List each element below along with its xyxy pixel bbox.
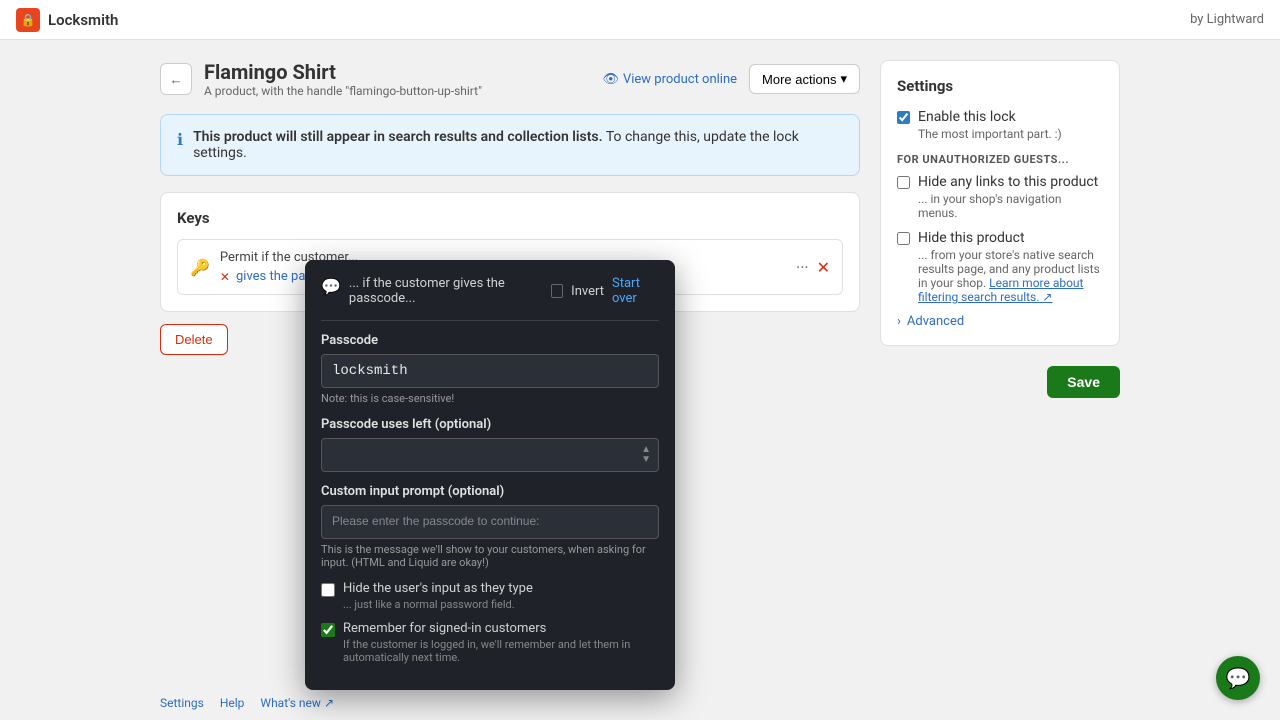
powered-by: by Lightward <box>1190 12 1264 27</box>
hide-product-row: Hide this product ... from your store's … <box>897 230 1103 304</box>
hide-product-label: Hide this product <box>918 230 1103 246</box>
page-title: Flamingo Shirt <box>204 60 482 84</box>
passcode-input[interactable] <box>321 354 659 388</box>
passcode-popup: 💬 ... if the customer gives the passcode… <box>305 260 675 690</box>
key-icon: 🔑 <box>190 258 210 277</box>
speech-bubble-icon: 💬 <box>321 277 341 296</box>
app-name: Locksmith <box>48 11 118 29</box>
passcode-note: Note: this is case-sensitive! <box>321 392 659 405</box>
uses-left-label: Passcode uses left (optional) <box>321 417 659 432</box>
footer-whats-new-link[interactable]: What's new ↗ <box>260 696 334 710</box>
hide-links-desc: ... in your shop's navigation menus. <box>918 192 1103 220</box>
page-header-left: ← Flamingo Shirt A product, with the han… <box>160 60 482 98</box>
remember-row: Remember for signed-in customers If the … <box>321 621 659 664</box>
keys-title: Keys <box>177 209 843 227</box>
unauthorized-section-label: FOR UNAUTHORIZED GUESTS... <box>897 153 1103 166</box>
chevron-right-icon: › <box>897 314 901 329</box>
banner-text: This product will still appear in search… <box>193 129 843 161</box>
hide-product-content: Hide this product ... from your store's … <box>918 230 1103 304</box>
app-icon: 🔒 <box>16 8 40 32</box>
remember-content: Remember for signed-in customers If the … <box>343 621 659 664</box>
remember-label: Remember for signed-in customers <box>343 621 659 636</box>
hide-input-checkbox[interactable] <box>321 583 335 597</box>
hide-links-checkbox[interactable] <box>897 176 910 189</box>
back-button[interactable]: ← <box>160 63 192 95</box>
hide-input-desc: ... just like a normal password field. <box>343 598 533 611</box>
uses-left-input[interactable] <box>321 438 659 472</box>
dots-menu-button[interactable]: ··· <box>796 258 809 277</box>
advanced-label: Advanced <box>907 314 964 329</box>
back-arrow-icon: ← <box>169 72 182 87</box>
page-title-block: Flamingo Shirt A product, with the handl… <box>204 60 482 98</box>
passcode-label: Passcode <box>321 333 659 348</box>
right-column: Settings Enable this lock The most impor… <box>880 60 1120 700</box>
x-icon: ✕ <box>220 270 230 284</box>
custom-prompt-desc: This is the message we'll show to your c… <box>321 543 659 569</box>
invert-checkbox[interactable] <box>551 284 563 298</box>
page-header-right: 👁 View product online More actions ▾ <box>602 64 860 94</box>
info-banner: ℹ This product will still appear in sear… <box>160 114 860 176</box>
footer-settings-link[interactable]: Settings <box>160 696 204 710</box>
header-left: 🔒 Locksmith <box>16 8 118 32</box>
view-product-button[interactable]: 👁 View product online <box>602 72 737 87</box>
remember-checkbox[interactable] <box>321 623 335 637</box>
hide-links-content: Hide any links to this product ... in yo… <box>918 174 1103 220</box>
hide-input-label: Hide the user's input as they type <box>343 581 533 596</box>
enable-lock-desc: The most important part. :) <box>918 127 1062 141</box>
custom-prompt-input[interactable] <box>321 505 659 539</box>
chat-button[interactable]: 💬 <box>1216 656 1260 700</box>
key-actions: ··· ✕ <box>796 258 830 277</box>
learn-more-link[interactable]: Learn more about filtering search result… <box>918 276 1083 304</box>
advanced-row[interactable]: › Advanced <box>897 314 1103 329</box>
custom-prompt-label: Custom input prompt (optional) <box>321 484 659 499</box>
more-actions-button[interactable]: More actions ▾ <box>749 64 860 94</box>
page-subtitle: A product, with the handle "flamingo-but… <box>204 84 482 98</box>
footer-help-link[interactable]: Help <box>220 696 245 710</box>
footer: Settings Help What's new ↗ <box>0 686 1280 720</box>
remember-desc: If the customer is logged in, we'll reme… <box>343 638 659 664</box>
save-area: Save <box>880 366 1120 398</box>
popup-condition-text: 💬 ... if the customer gives the passcode… <box>321 276 551 306</box>
hide-input-content: Hide the user's input as they type ... j… <box>343 581 533 611</box>
enable-lock-content: Enable this lock The most important part… <box>918 109 1062 141</box>
hide-links-label: Hide any links to this product <box>918 174 1103 190</box>
start-over-link[interactable]: Start over <box>612 276 659 306</box>
settings-title: Settings <box>897 77 1103 95</box>
popup-invert-area: Invert Start over <box>551 276 659 306</box>
info-icon: ℹ <box>177 130 183 149</box>
save-button[interactable]: Save <box>1047 366 1120 398</box>
enable-lock-label: Enable this lock <box>918 109 1062 125</box>
chevron-down-icon: ▾ <box>840 71 847 87</box>
key-delete-button[interactable]: ✕ <box>817 258 830 277</box>
popup-top-row: 💬 ... if the customer gives the passcode… <box>321 276 659 306</box>
chat-icon: 💬 <box>1226 666 1251 690</box>
hide-product-checkbox[interactable] <box>897 232 910 245</box>
spinner-down-icon[interactable]: ▼ <box>641 455 651 465</box>
invert-label[interactable]: Invert <box>571 284 604 299</box>
enable-lock-row: Enable this lock The most important part… <box>897 109 1103 141</box>
hide-links-row: Hide any links to this product ... in yo… <box>897 174 1103 220</box>
enable-lock-checkbox[interactable] <box>897 111 910 124</box>
settings-card: Settings Enable this lock The most impor… <box>880 60 1120 346</box>
popup-divider <box>321 320 659 321</box>
app-header: 🔒 Locksmith by Lightward <box>0 0 1280 40</box>
delete-button[interactable]: Delete <box>160 324 228 355</box>
page-header: ← Flamingo Shirt A product, with the han… <box>160 60 860 98</box>
eye-icon: 👁 <box>602 72 619 87</box>
hide-input-row: Hide the user's input as they type ... j… <box>321 581 659 611</box>
